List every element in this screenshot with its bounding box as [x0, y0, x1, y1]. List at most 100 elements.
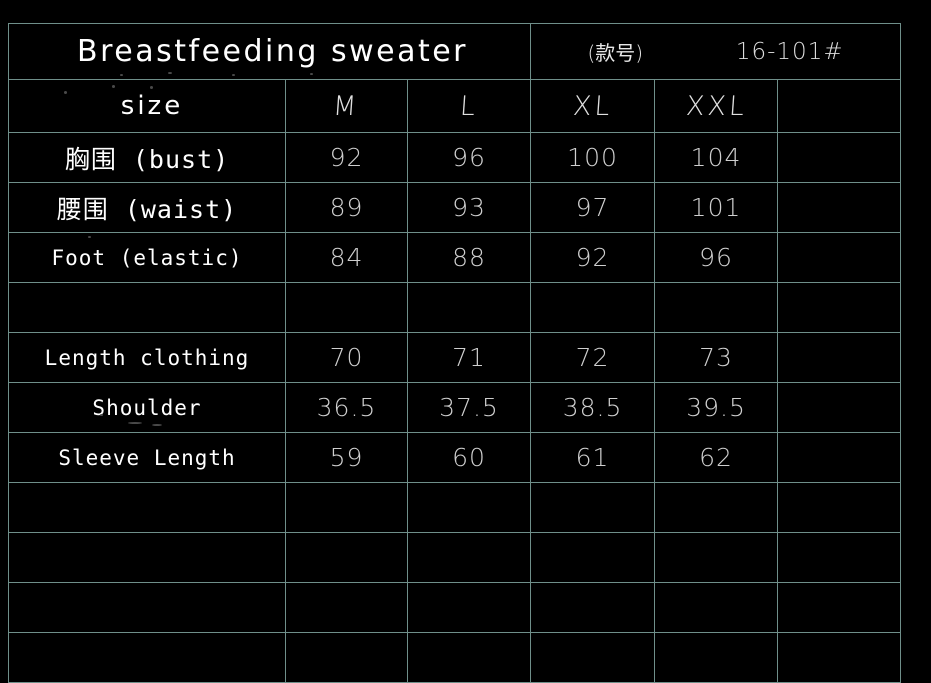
cell-spare: [777, 482, 902, 533]
cell-xxl: 39.5: [654, 382, 779, 433]
cell-m: [285, 282, 408, 333]
cell-m: [285, 632, 408, 683]
style-number-value: 16-101#: [735, 38, 844, 65]
cell-spare: [777, 382, 902, 433]
row-label: Length clothing: [44, 345, 250, 370]
cell-spare: [777, 132, 902, 183]
cell-value: 101: [690, 193, 742, 222]
size-chart-table: Breastfeeding sweater (款号) 16-101# size …: [7, 23, 902, 683]
table-row: Shoulder 36.5 37.5 38.5 39.5: [8, 382, 902, 433]
row-label-cell: [8, 282, 286, 333]
cell-spare: [777, 582, 902, 633]
row-label: Sleeve Length: [58, 445, 236, 470]
chart-title-cell: Breastfeeding sweater: [7, 23, 532, 80]
cell-xl: 92: [530, 232, 656, 283]
row-label-cell: Shoulder: [8, 382, 286, 433]
cell-xl: [530, 582, 656, 633]
cell-value: 84: [329, 243, 364, 272]
table-row-empty: [8, 532, 902, 583]
cell-value: 96: [699, 243, 733, 272]
cell-xl: 38.5: [530, 382, 656, 433]
cell-xxl: 96: [654, 232, 779, 283]
row-label-cell: [8, 532, 286, 583]
cell-l: 37.5: [406, 382, 532, 433]
cell-l: [406, 632, 532, 683]
table-row: Sleeve Length 59 60 61 62: [8, 432, 902, 483]
cell-value: 70: [329, 343, 364, 372]
cell-xl: 61: [530, 432, 656, 483]
cell-xl: 97: [530, 182, 656, 233]
size-header-spare: [777, 79, 902, 133]
cell-l: 93: [406, 182, 532, 233]
cell-value: 71: [452, 343, 486, 372]
row-label-cell: [8, 632, 286, 683]
size-label-xl: XL: [571, 90, 614, 122]
cell-value: 36.5: [316, 393, 377, 422]
cell-l: 60: [406, 432, 532, 483]
cell-value: 93: [452, 193, 486, 222]
cell-m: 92: [285, 132, 408, 183]
cell-value: 60: [452, 443, 486, 472]
size-chart-sheet: Breastfeeding sweater (款号) 16-101# size …: [0, 0, 931, 683]
cell-m: 59: [285, 432, 408, 483]
cell-m: [285, 482, 408, 533]
size-header-label: size: [120, 91, 184, 121]
cell-xxl: 104: [654, 132, 779, 183]
cell-xl: [530, 482, 656, 533]
cell-spare: [777, 332, 902, 383]
cell-value: 61: [575, 443, 610, 472]
cell-value: 89: [329, 193, 364, 222]
chart-title: Breastfeeding sweater: [77, 34, 469, 69]
cell-xxl: 73: [654, 332, 779, 383]
row-label-cell: Foot (elastic): [8, 232, 286, 283]
cell-xxl: 62: [654, 432, 779, 483]
cell-l: 88: [406, 232, 532, 283]
cell-m: 84: [285, 232, 408, 283]
size-header-xxl: XXL: [654, 79, 779, 133]
cell-value: 37.5: [439, 393, 499, 422]
cell-value: 59: [329, 443, 364, 472]
cell-value: 39.5: [686, 393, 746, 422]
table-row-empty: [8, 582, 902, 633]
cell-spare: [777, 232, 902, 283]
title-row: Breastfeeding sweater (款号) 16-101#: [7, 23, 902, 80]
cell-spare: [777, 182, 902, 233]
style-number-label: (款号): [587, 41, 644, 65]
cell-xxl: 101: [654, 182, 779, 233]
row-label-cell: Length clothing: [8, 332, 286, 383]
cell-xl: 72: [530, 332, 656, 383]
row-label-cell: 腰围 (waist): [8, 182, 286, 233]
cell-m: 70: [285, 332, 408, 383]
cell-value: 104: [690, 143, 742, 172]
cell-spare: [777, 532, 902, 583]
size-label-l: L: [458, 90, 480, 122]
cell-l: [406, 482, 532, 533]
style-number-cell: (款号) 16-101#: [530, 23, 902, 80]
cell-m: [285, 582, 408, 633]
size-header-m: M: [285, 79, 408, 133]
size-label-m: M: [332, 90, 361, 122]
size-header-row: size M L XL XXL: [8, 79, 902, 133]
row-label-cell: [8, 582, 286, 633]
size-header-xl: XL: [530, 79, 656, 133]
cell-xl: 100: [530, 132, 656, 183]
cell-value: 72: [575, 343, 610, 372]
row-label: 腰围 (waist): [56, 194, 238, 224]
cell-xxl: [654, 632, 779, 683]
cell-spare: [777, 632, 902, 683]
cell-m: [285, 532, 408, 583]
table-row-empty: [8, 632, 902, 683]
cell-xl: [530, 532, 656, 583]
cell-l: [406, 532, 532, 583]
cell-value: 92: [575, 243, 610, 272]
table-row: Length clothing 70 71 72 73: [8, 332, 902, 383]
cell-xxl: [654, 532, 779, 583]
cell-l: [406, 582, 532, 633]
row-label-cell: 胸围 (bust): [8, 132, 286, 183]
table-row-empty: [8, 282, 902, 333]
row-label-cell: Sleeve Length: [8, 432, 286, 483]
cell-xl: [530, 632, 656, 683]
cell-spare: [777, 282, 902, 333]
cell-xxl: [654, 482, 779, 533]
cell-value: 88: [452, 243, 486, 272]
